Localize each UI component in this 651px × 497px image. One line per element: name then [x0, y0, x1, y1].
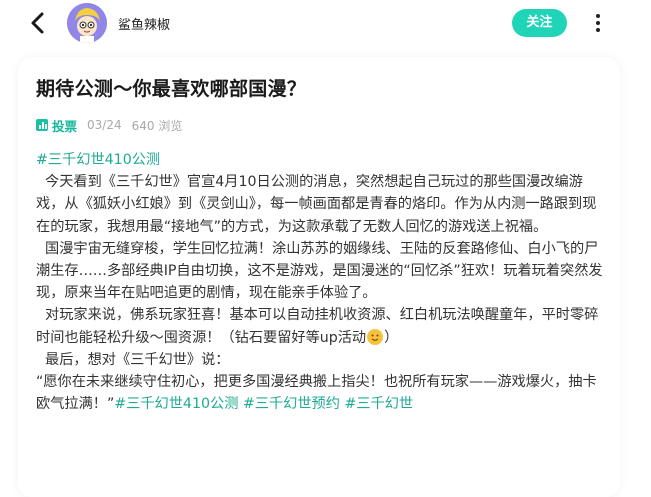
follow-button[interactable]: 关注	[512, 9, 567, 37]
author-name[interactable]: 鲨鱼辣椒	[118, 14, 170, 33]
hashtag-link[interactable]: #三千幻世410公测	[36, 152, 160, 168]
post-body: #三千幻世410公测 今天看到《三千幻世》官宣4月10日公测的消息，突然想起自己…	[36, 149, 606, 415]
back-arrow-icon[interactable]	[28, 10, 50, 36]
hashtag-link[interactable]: #三千幻世预约	[243, 396, 340, 412]
smile-emoji-icon	[367, 328, 384, 345]
post-title: 期待公测～你最喜欢哪部国漫？	[36, 78, 307, 100]
view-count: 640 浏览	[131, 118, 183, 133]
hashtag-link[interactable]: #三千幻世410公测	[114, 396, 238, 412]
paragraph-3-tail: ）	[384, 329, 399, 346]
hashtag-link[interactable]: #三千幻世	[344, 396, 413, 412]
paragraph-3: 对玩家来说，佛系玩家狂喜！基本可以自动挂机收资源、红白机玩法唤醒童年，平时零碎时…	[36, 307, 599, 346]
avatar[interactable]	[67, 3, 107, 43]
top-bar: 鲨鱼辣椒 关注	[0, 0, 651, 46]
more-options-icon[interactable]	[588, 11, 608, 35]
post-type-label[interactable]: 投票	[52, 116, 77, 135]
post-meta: 投票 03/24 640 浏览	[36, 116, 182, 134]
paragraph-4: 最后，想对《三千幻世》说：	[45, 351, 230, 368]
paragraph-1: 今天看到《三千幻世》官宣4月10日公测的消息，突然想起自己玩过的那些国漫改编游戏…	[36, 174, 597, 235]
paragraph-2: 国漫宇宙无缝穿梭，学生回忆拉满！涂山苏苏的姻缘线、王陆的反套路修仙、白小飞的尸潮…	[36, 240, 603, 302]
vote-icon	[36, 119, 48, 131]
post-date: 03/24	[87, 118, 122, 132]
